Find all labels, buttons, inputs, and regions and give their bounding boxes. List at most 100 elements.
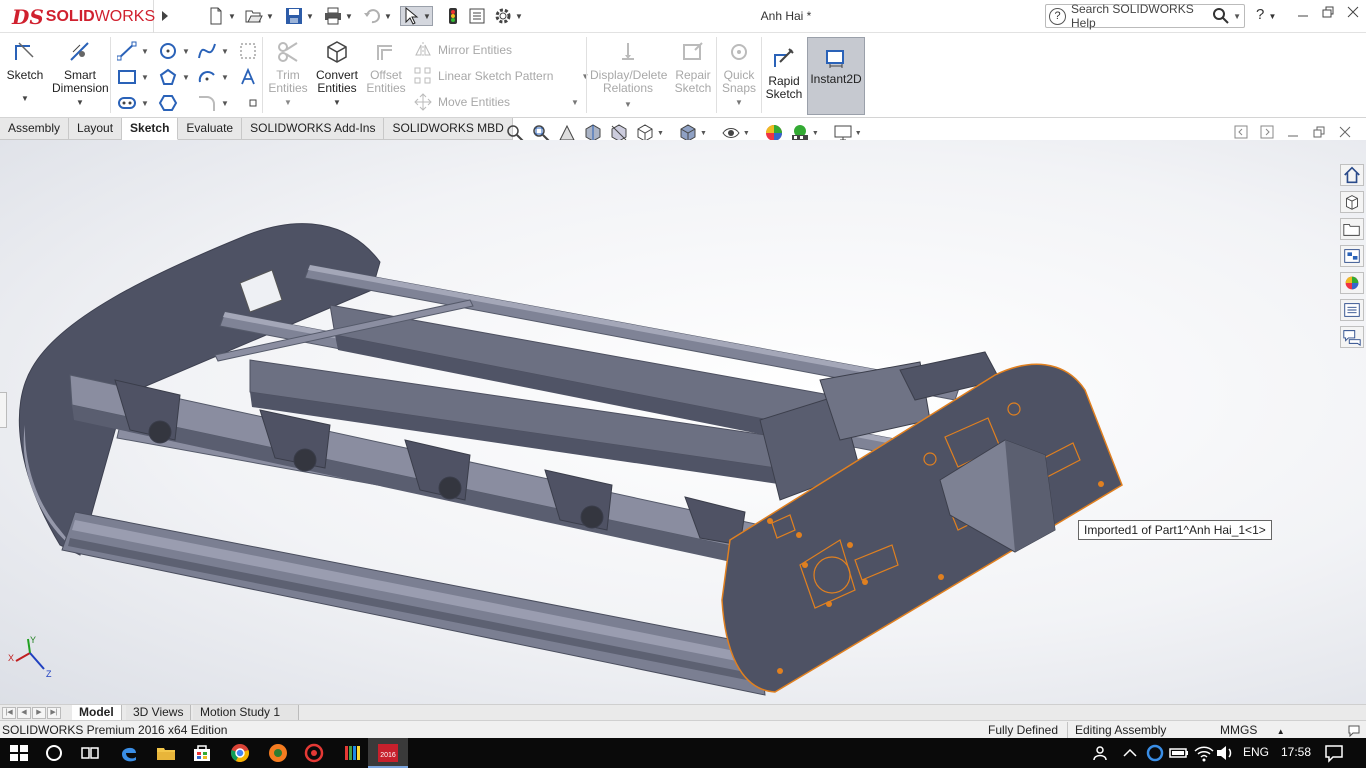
arc-tool[interactable]: ▼	[197, 67, 229, 87]
chevron-down-icon[interactable]: ▼	[182, 73, 190, 82]
chevron-down-icon[interactable]: ▼	[141, 99, 149, 108]
rectangle-tool[interactable]: ▼	[117, 67, 149, 87]
first-tab-icon[interactable]: |◀	[2, 707, 16, 719]
display-delete-relations-button[interactable]: Display/Delete Relations ▼	[590, 37, 667, 111]
chevron-down-icon[interactable]: ▼	[345, 12, 353, 21]
chevron-down-icon[interactable]: ▼	[221, 73, 229, 82]
print-button[interactable]: ▼	[324, 6, 353, 26]
menu-expand-icon[interactable]	[157, 8, 173, 24]
fillet-tool[interactable]: ▼	[197, 93, 229, 113]
convert-entities-button[interactable]: Convert Entities ▼	[314, 37, 360, 109]
chrome-icon[interactable]	[228, 742, 252, 764]
chevron-down-icon[interactable]: ▼	[720, 96, 758, 109]
tab-assembly[interactable]: Assembly	[0, 118, 70, 140]
people-icon[interactable]	[1090, 742, 1114, 764]
task-view-icon[interactable]	[78, 742, 102, 764]
forum-icon[interactable]	[1340, 326, 1364, 348]
graphics-area[interactable]: Imported1 of Part1^Anh Hai_1<1> X Y Z	[0, 140, 1366, 704]
tab-3d-views[interactable]: 3D Views	[126, 705, 192, 721]
collapse-left-icon[interactable]	[1233, 124, 1249, 140]
chevron-down-icon[interactable]: ▼	[384, 12, 392, 21]
options-button[interactable]: ▼	[494, 6, 523, 26]
feature-tree-flyout-handle[interactable]	[0, 392, 7, 428]
action-center-icon[interactable]	[1322, 742, 1346, 764]
custom-properties-icon[interactable]	[1340, 299, 1364, 321]
chevron-down-icon[interactable]: ▼	[52, 96, 108, 109]
minimize-button[interactable]	[1293, 5, 1313, 25]
linear-sketch-pattern-button[interactable]: Linear Sketch Pattern ▼	[414, 67, 589, 85]
appearances-icon[interactable]	[1340, 272, 1364, 294]
trim-entities-button[interactable]: Trim Entities ▼	[266, 37, 310, 109]
chevron-down-icon[interactable]: ▼	[743, 130, 750, 137]
line-tool[interactable]: ▼	[117, 41, 149, 61]
new-document-button[interactable]: ▼	[207, 6, 236, 26]
search-help-field[interactable]: ? Search SOLIDWORKS Help ▼	[1045, 2, 1245, 30]
instant2d-button[interactable]: Instant2D	[807, 37, 865, 115]
file-explorer-taskbar-icon[interactable]	[154, 742, 178, 764]
file-properties-button[interactable]	[468, 6, 486, 26]
chevron-down-icon[interactable]: ▼	[515, 12, 523, 21]
move-entities-button[interactable]: Move Entities ▼	[414, 93, 579, 111]
chevron-down-icon[interactable]: ▼	[423, 12, 431, 21]
colorful-app-icon[interactable]	[340, 742, 364, 764]
next-tab-icon[interactable]: ▶	[32, 707, 46, 719]
chevron-down-icon[interactable]: ▼	[657, 130, 664, 137]
solidworks-taskbar-button[interactable]: 2016	[368, 738, 408, 768]
chevron-down-icon[interactable]: ▼	[306, 12, 314, 21]
chevron-down-icon[interactable]: ▼	[266, 96, 310, 109]
tray-chevron-up-icon[interactable]	[1118, 742, 1142, 764]
unit-system-selector[interactable]: MMGS ▲	[1220, 723, 1285, 737]
volume-icon[interactable]	[1213, 742, 1237, 764]
construction-geometry-tool[interactable]	[238, 41, 258, 61]
undo-button[interactable]: ▼	[363, 6, 392, 26]
tab-motion-study-1[interactable]: Motion Study 1	[193, 705, 299, 721]
chevron-down-icon[interactable]: ▼	[571, 98, 579, 107]
chevron-down-icon[interactable]: ▼	[221, 47, 229, 56]
last-tab-icon[interactable]: ▶|	[47, 707, 61, 719]
chevron-down-icon[interactable]: ▼	[221, 99, 229, 108]
smart-dimension-button[interactable]: Smart Dimension ▼	[52, 37, 109, 109]
rapid-sketch-button[interactable]: Rapid Sketch	[764, 43, 804, 101]
input-language-indicator[interactable]: ENG	[1243, 745, 1269, 759]
close-icon[interactable]	[1337, 124, 1353, 140]
restore-icon[interactable]	[1311, 124, 1327, 140]
windows-start-icon[interactable]	[7, 742, 31, 764]
save-button[interactable]: ▼	[285, 6, 314, 26]
rebuild-button[interactable]	[444, 6, 462, 26]
tab-sketch[interactable]: Sketch	[122, 118, 179, 140]
point-tool[interactable]	[243, 93, 263, 113]
coccoc-browser-icon[interactable]	[266, 742, 290, 764]
assembly-model[interactable]	[0, 140, 1366, 704]
chevron-down-icon[interactable]: ▼	[700, 130, 707, 137]
mirror-entities-button[interactable]: Mirror Entities	[414, 41, 512, 59]
chevron-down-icon[interactable]: ▼	[855, 130, 862, 137]
help-button[interactable]: ? ▼	[1256, 6, 1276, 23]
system-clock[interactable]: 17:58	[1281, 745, 1311, 759]
chevron-down-icon[interactable]: ▼	[228, 12, 236, 21]
chevron-down-icon[interactable]: ▼	[182, 47, 190, 56]
chevron-down-icon[interactable]: ▼	[812, 130, 819, 137]
slot-tool[interactable]: ▼	[117, 93, 149, 113]
home-icon[interactable]	[1340, 164, 1364, 186]
edge-browser-icon[interactable]	[117, 742, 141, 764]
solidworks-logo[interactable]: DS SOLID WORKS	[0, 0, 155, 33]
close-button[interactable]	[1343, 5, 1363, 25]
store-icon[interactable]	[190, 742, 214, 764]
quick-snaps-button[interactable]: Quick Snaps ▼	[720, 37, 758, 109]
design-library-icon[interactable]	[1340, 191, 1364, 213]
tab-layout[interactable]: Layout	[69, 118, 123, 140]
chevron-down-icon[interactable]: ▼	[141, 47, 149, 56]
search-icon[interactable]	[1212, 7, 1230, 25]
app-red-icon[interactable]	[302, 742, 326, 764]
repair-sketch-button[interactable]: Repair Sketch	[672, 37, 714, 95]
chevron-down-icon[interactable]: ▼	[141, 73, 149, 82]
collapse-right-icon[interactable]	[1259, 124, 1275, 140]
restore-button[interactable]	[1318, 5, 1338, 25]
chevron-down-icon[interactable]: ▼	[314, 96, 360, 109]
tab-model[interactable]: Model	[72, 705, 122, 721]
open-document-button[interactable]: ▼	[245, 6, 274, 26]
chevron-down-icon[interactable]: ▼	[590, 98, 666, 111]
sketch-button[interactable]: Sketch ▼	[4, 37, 46, 105]
offset-entities-button[interactable]: Offset Entities	[364, 37, 408, 95]
spline-tool[interactable]: ▼	[197, 41, 229, 61]
